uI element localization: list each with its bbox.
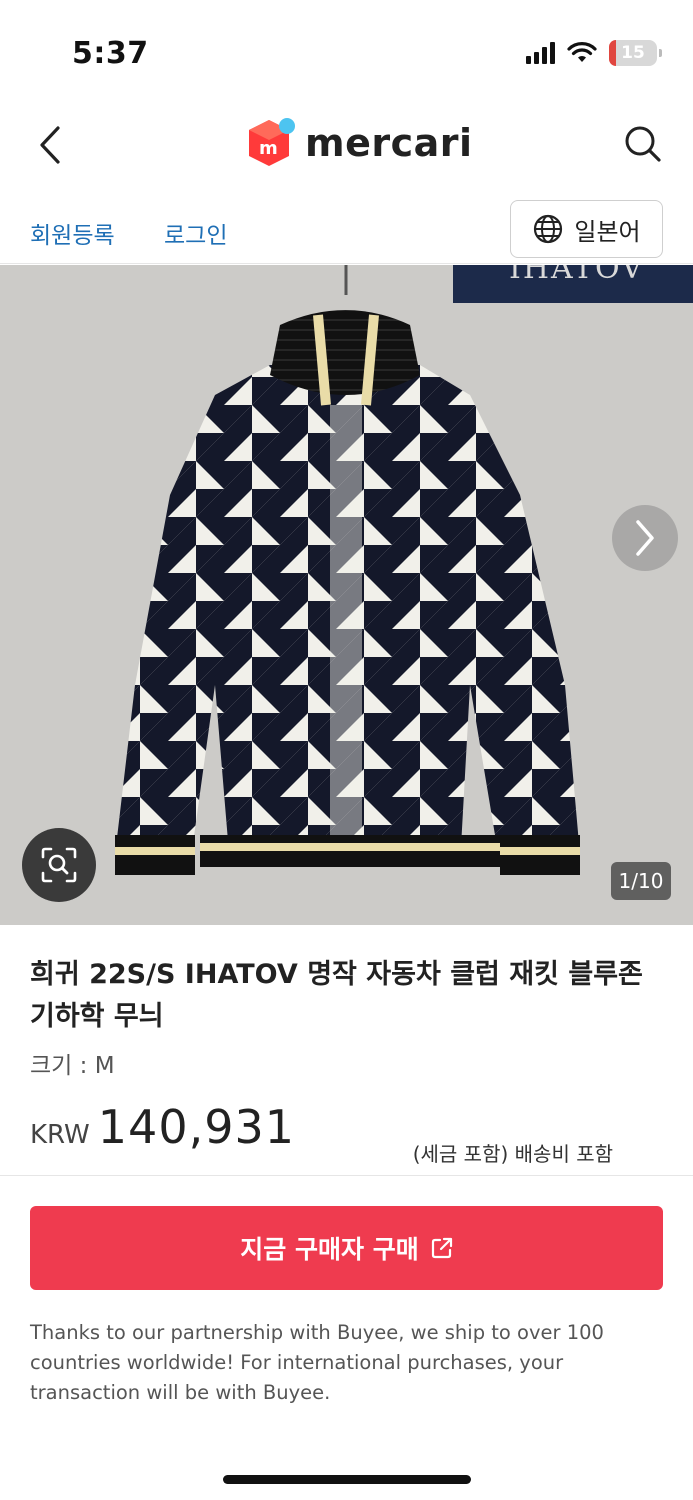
buyee-partnership-note: Thanks to our partnership with Buyee, we… [30,1321,604,1404]
battery-level: 15 [621,43,645,63]
svg-text:m: m [259,138,278,159]
battery-icon: 15 [609,40,662,66]
wifi-icon [567,42,597,62]
chevron-right-icon [636,520,654,556]
product-size: 크기 : M [30,1053,115,1079]
buy-now-label: 지금 구매자 구매 [240,1235,419,1264]
brand-banner-text: IHATOV [509,265,645,286]
logo-text: mercari [305,121,473,165]
signup-link[interactable]: 회원등록 [30,216,115,250]
external-link-icon [431,1237,452,1259]
mercari-logo[interactable]: m mercari [245,116,473,170]
status-bar: 5:37 15 [0,0,693,100]
brand-banner: IHATOV [453,265,693,303]
status-time: 5:37 [72,36,149,71]
image-counter: 1/10 [611,862,671,900]
search-button[interactable] [621,122,665,166]
price-value: 140,931 [97,1100,296,1154]
search-icon [625,126,661,162]
divider [0,1175,693,1176]
signal-icon [526,42,555,64]
app-header: m mercari [0,100,693,190]
product-image-carousel[interactable]: IHATOV 1/10 [0,265,693,925]
member-bar: 회원등록 로그인 일본어 [0,196,693,264]
home-indicator [223,1475,471,1484]
language-button[interactable]: 일본어 [510,200,663,258]
image-search-button[interactable] [22,828,96,902]
product-photo [0,265,693,925]
image-search-icon [41,847,77,883]
product-title: 희귀 22S/S IHATOV 명작 자동차 클럽 재킷 블루존 기하학 무늬 [30,959,643,1032]
globe-icon [534,214,563,244]
language-label: 일본어 [574,217,641,246]
price-note: (세금 포함) 배송비 포함 [412,1142,613,1166]
price-currency: KRW [30,1120,90,1150]
next-image-button[interactable] [612,505,678,571]
back-arrow-icon [40,126,60,164]
mercari-logo-icon: m [249,118,295,166]
status-icons: 15 [526,40,662,66]
login-link[interactable]: 로그인 [164,216,227,250]
back-button[interactable] [30,120,70,170]
price-row: KRW 140,931 [30,1100,295,1154]
buy-now-button[interactable]: 지금 구매자 구매 [30,1206,663,1290]
